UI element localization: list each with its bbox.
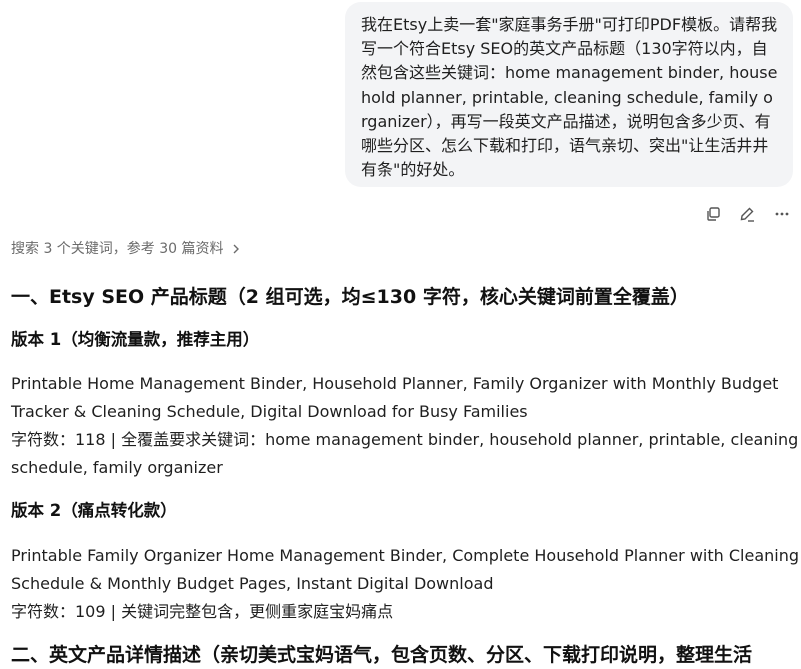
version1-meta: 字符数：118 | 全覆盖要求关键词：home management binde… <box>11 430 799 477</box>
version1-block: Printable Home Management Binder, Househ… <box>11 370 801 482</box>
more-icon[interactable] <box>774 206 794 226</box>
user-message-bubble: 我在Etsy上卖一套"家庭事务手册"可打印PDF模板。请帮我写一个符合Etsy … <box>345 2 793 187</box>
version2-block: Printable Family Organizer Home Manageme… <box>11 542 801 626</box>
message-actions <box>700 206 796 226</box>
chevron-right-icon <box>232 240 240 260</box>
user-message-text: 我在Etsy上卖一套"家庭事务手册"可打印PDF模板。请帮我写一个符合Etsy … <box>361 15 778 180</box>
version1-heading: 版本 1（均衡流量款，推荐主用） <box>11 330 260 349</box>
search-references-label: 搜索 3 个关键词，参考 30 篇资料 <box>11 241 224 257</box>
section2-heading: 二、英文产品详情描述（亲切美式宝妈语气，包含页数、分区、下载打印说明，整理生活 <box>11 644 753 666</box>
version2-title-text: Printable Family Organizer Home Manageme… <box>11 546 800 593</box>
version1-title-text: Printable Home Management Binder, Househ… <box>11 374 779 421</box>
copy-icon[interactable] <box>705 206 725 226</box>
section1-heading: 一、Etsy SEO 产品标题（2 组可选，均≤130 字符，核心关键词前置全覆… <box>11 286 689 308</box>
version2-meta: 字符数：109 | 关键词完整包含，更侧重家庭宝妈痛点 <box>11 602 394 621</box>
search-references-toggle[interactable]: 搜索 3 个关键词，参考 30 篇资料 <box>11 239 240 260</box>
edit-icon[interactable] <box>739 206 759 226</box>
version2-heading: 版本 2（痛点转化款） <box>11 501 177 520</box>
